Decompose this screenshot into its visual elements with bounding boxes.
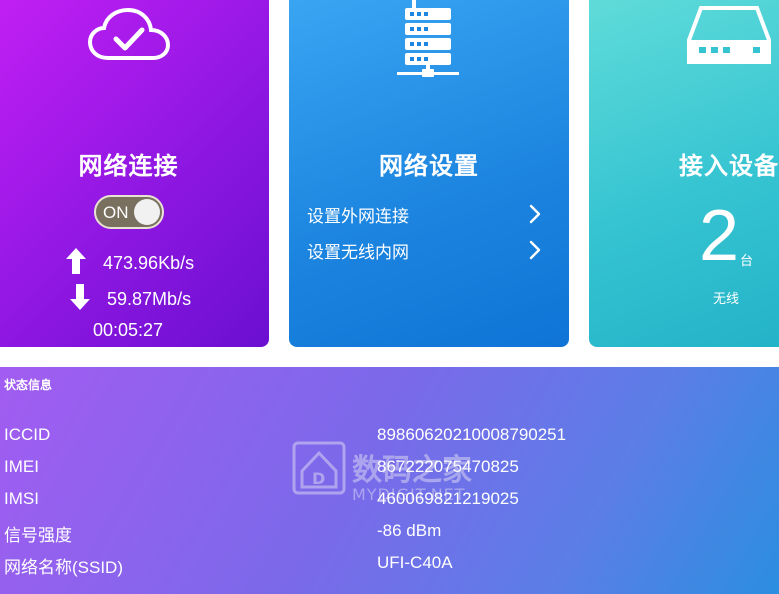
network-settings-card: 网络设置 设置外网连接 设置无线内网 [289, 0, 569, 347]
arrow-up-icon [66, 248, 86, 279]
status-label: ICCID [4, 425, 51, 444]
connected-devices-card[interactable]: 接入设备 2 台 无线 [589, 0, 779, 347]
connection-toggle[interactable]: ON [94, 195, 164, 229]
status-value: UFI-C40A [377, 553, 453, 572]
chevron-right-icon [529, 204, 541, 224]
toggle-label: ON [103, 203, 129, 222]
device-count: 2 [699, 196, 740, 276]
status-info-panel: 状态信息 D 数码之家 MYDIGIT.NET ICCID 8986062021… [0, 367, 779, 594]
status-value: 89860620210008790251 [377, 425, 567, 444]
watermark-logo: D 数码之家 MYDIGIT.NET [292, 441, 472, 504]
status-label: IMEI [4, 457, 39, 476]
chevron-right-icon [529, 240, 541, 260]
devices-card-title: 接入设备 [679, 152, 779, 180]
menu-item-wlan-setup[interactable]: 设置无线内网 [307, 238, 555, 266]
upload-speed-row: 473.96Kb/s [66, 248, 194, 279]
status-panel-title: 状态信息 [4, 378, 53, 392]
toggle-knob [134, 199, 160, 225]
status-value: 460069821219025 [377, 489, 519, 508]
menu-item-wan-setup[interactable]: 设置外网连接 [307, 202, 555, 230]
server-icon [397, 0, 461, 84]
upload-speed: 473.96Kb/s [103, 253, 195, 273]
network-connection-card: 网络连接 ON 473.96Kb/s 59.87Mb/s 00:05:27 [0, 0, 269, 347]
status-value: -86 dBm [377, 521, 442, 540]
uptime: 00:05:27 [92, 320, 164, 340]
router-icon [687, 6, 771, 68]
status-label: IMSI [4, 489, 39, 508]
status-value: 867222075470825 [377, 457, 519, 476]
cloud-check-icon [87, 7, 171, 66]
menu-item-label: 设置无线内网 [307, 243, 409, 263]
status-label: 信号强度 [4, 526, 72, 545]
menu-item-label: 设置外网连接 [307, 207, 409, 227]
arrow-down-icon [70, 284, 90, 315]
download-speed: 59.87Mb/s [107, 289, 192, 309]
svg-text:D: D [312, 469, 325, 488]
device-type-label: 无线 [713, 292, 740, 307]
status-label: 网络名称(SSID) [4, 558, 123, 577]
download-speed-row: 59.87Mb/s [70, 284, 191, 315]
network-card-title: 网络连接 [78, 152, 179, 180]
settings-card-title: 网络设置 [379, 152, 479, 180]
device-count-unit: 台 [740, 254, 754, 269]
